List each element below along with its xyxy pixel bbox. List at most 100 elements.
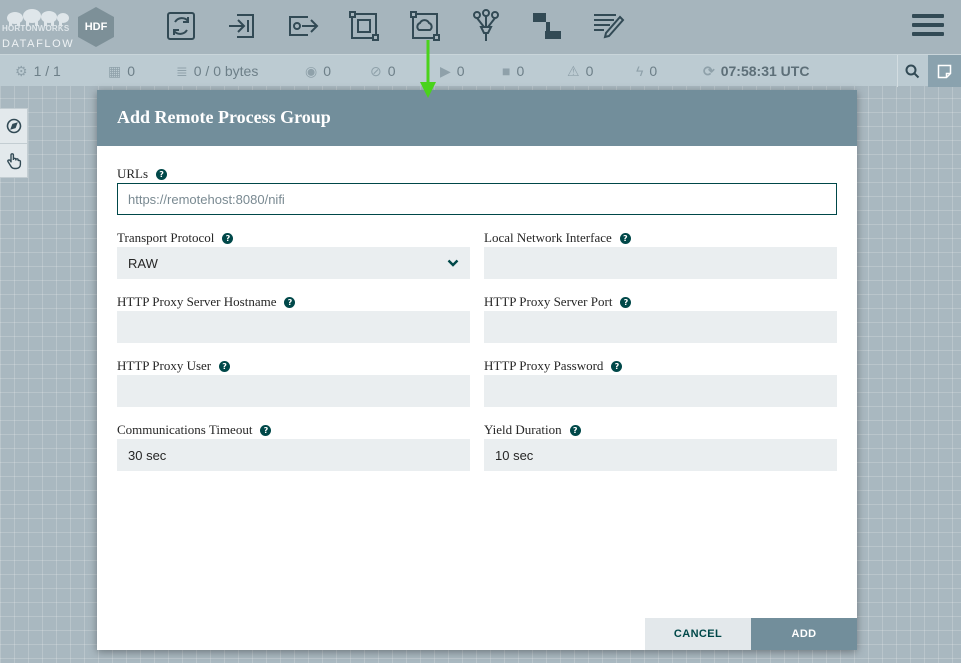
total-threads-stat: ▦ 0 (108, 55, 135, 87)
http-proxy-port-label-text: HTTP Proxy Server Port (484, 294, 613, 309)
transport-protocol-select[interactable]: RAW (117, 247, 470, 279)
process-group-button[interactable] (344, 6, 384, 46)
disabled-stat: ϟ 0 (636, 55, 657, 87)
header: HORTONWORKS DATAFLOW HDF (0, 0, 961, 54)
urls-help-icon[interactable]: ? (156, 168, 168, 180)
http-proxy-user-label-text: HTTP Proxy User (117, 358, 212, 373)
output-port-icon (289, 16, 319, 36)
disabled-bolt-icon: ϟ (636, 63, 644, 79)
hamburger-menu-icon[interactable] (908, 10, 948, 42)
disabled-value: 0 (649, 63, 658, 79)
dialog-header: Add Remote Process Group (97, 90, 857, 146)
active-threads-value: 1 / 1 (33, 63, 61, 79)
communications-timeout-label-text: Communications Timeout (117, 422, 253, 437)
yield-duration-label-text: Yield Duration (484, 422, 562, 437)
not-transmitting-icon: ⊘ (370, 62, 382, 79)
http-proxy-user-input[interactable] (117, 375, 470, 407)
transmitting-value: 0 (323, 63, 332, 79)
operate-button[interactable] (0, 143, 27, 177)
last-refresh-value: 07:58:31 UTC (720, 63, 810, 79)
running-stat: ▶ 0 (440, 55, 465, 87)
logo-vendor-text: HORTONWORKS (2, 24, 70, 33)
bulletin-board-button[interactable] (928, 55, 961, 87)
communications-timeout-label: Communications Timeout ? (117, 422, 272, 438)
not-transmitting-stat: ⊘ 0 (370, 55, 396, 87)
queued-value: 0 / 0 bytes (193, 63, 259, 79)
local-network-interface-help-icon[interactable]: ? (619, 232, 631, 244)
http-proxy-user-help-icon[interactable]: ? (219, 360, 231, 372)
local-network-interface-label: Local Network Interface ? (484, 230, 631, 246)
local-network-interface-input[interactable] (484, 247, 837, 279)
process-group-icon (349, 11, 379, 41)
output-port-button[interactable] (283, 6, 323, 46)
stopped-value: 0 (516, 63, 525, 79)
add-remote-process-group-dialog: Add Remote Process Group URLs ? Transpor… (97, 90, 857, 650)
yield-duration-label: Yield Duration ? (484, 422, 581, 438)
urls-input[interactable] (117, 183, 837, 215)
template-icon (533, 13, 561, 39)
http-proxy-user-label: HTTP Proxy User ? (117, 358, 231, 374)
communications-timeout-help-icon[interactable]: ? (260, 424, 272, 436)
transport-protocol-label: Transport Protocol ? (117, 230, 234, 246)
refresh-icon[interactable]: ⟳ (703, 63, 715, 80)
dialog-title: Add Remote Process Group (117, 107, 331, 127)
processor-icon (167, 12, 195, 40)
input-port-icon (229, 14, 254, 38)
running-value: 0 (456, 63, 465, 79)
funnel-button[interactable] (466, 6, 506, 46)
compass-icon (6, 118, 21, 134)
http-proxy-host-input[interactable] (117, 311, 470, 343)
local-network-interface-label-text: Local Network Interface (484, 230, 612, 245)
stop-icon: ■ (502, 63, 511, 79)
template-button[interactable] (527, 6, 567, 46)
logo-product-text: DATAFLOW (2, 38, 75, 50)
transport-protocol-help-icon[interactable]: ? (222, 232, 234, 244)
http-proxy-host-label-text: HTTP Proxy Server Hostname (117, 294, 277, 309)
urls-label: URLs ? (117, 166, 168, 182)
http-proxy-port-input[interactable] (484, 311, 837, 343)
navigate-button[interactable] (0, 109, 27, 143)
transport-protocol-value: RAW (128, 255, 158, 271)
not-transmitting-value: 0 (387, 63, 396, 79)
http-proxy-password-help-icon[interactable]: ? (611, 360, 623, 372)
invalid-value: 0 (585, 63, 594, 79)
add-button[interactable]: ADD (751, 618, 857, 650)
yield-duration-help-icon[interactable]: ? (569, 424, 581, 436)
http-proxy-host-label: HTTP Proxy Server Hostname ? (117, 294, 296, 310)
http-proxy-password-label: HTTP Proxy Password ? (484, 358, 623, 374)
transmitting-stat: ◉ 0 (305, 55, 331, 87)
search-icon (905, 64, 920, 78)
grid-icon: ▦ (108, 62, 122, 79)
last-refresh-stat[interactable]: ⟳ 07:58:31 UTC (703, 55, 809, 87)
processor-button[interactable] (161, 6, 201, 46)
navigation-palette (0, 108, 28, 178)
transmitting-icon: ◉ (305, 62, 318, 79)
sticky-note-icon (937, 64, 952, 78)
active-threads-stat: ⚙ 1 / 1 (15, 55, 61, 87)
http-proxy-port-label: HTTP Proxy Server Port ? (484, 294, 632, 310)
http-proxy-password-input[interactable] (484, 375, 837, 407)
search-button[interactable] (897, 55, 927, 87)
input-port-button[interactable] (222, 6, 262, 46)
threads-icon: ⚙ (15, 62, 28, 79)
stopped-stat: ■ 0 (502, 55, 524, 87)
http-proxy-port-help-icon[interactable]: ? (620, 296, 632, 308)
warning-icon: ⚠ (567, 62, 580, 79)
drag-arrow-icon (420, 40, 436, 98)
total-threads-value: 0 (127, 63, 136, 79)
communications-timeout-input[interactable] (117, 439, 470, 471)
http-proxy-password-label-text: HTTP Proxy Password (484, 358, 604, 373)
transport-protocol-label-text: Transport Protocol (117, 230, 215, 245)
label-button[interactable] (588, 6, 628, 46)
remote-process-group-icon (410, 11, 440, 41)
cancel-button[interactable]: CANCEL (645, 618, 751, 650)
invalid-stat: ⚠ 0 (567, 55, 593, 87)
urls-label-text: URLs (117, 166, 149, 181)
yield-duration-input[interactable] (484, 439, 837, 471)
queue-list-icon: ≣ (176, 62, 188, 79)
hand-pointer-icon (6, 152, 21, 169)
http-proxy-host-help-icon[interactable]: ? (284, 296, 296, 308)
logo: HORTONWORKS DATAFLOW HDF (0, 4, 120, 52)
status-bar: ⚙ 1 / 1 ▦ 0 ≣ 0 / 0 bytes ◉ 0 ⊘ 0 ▶ 0 ■ … (0, 54, 961, 87)
label-icon (594, 14, 625, 39)
